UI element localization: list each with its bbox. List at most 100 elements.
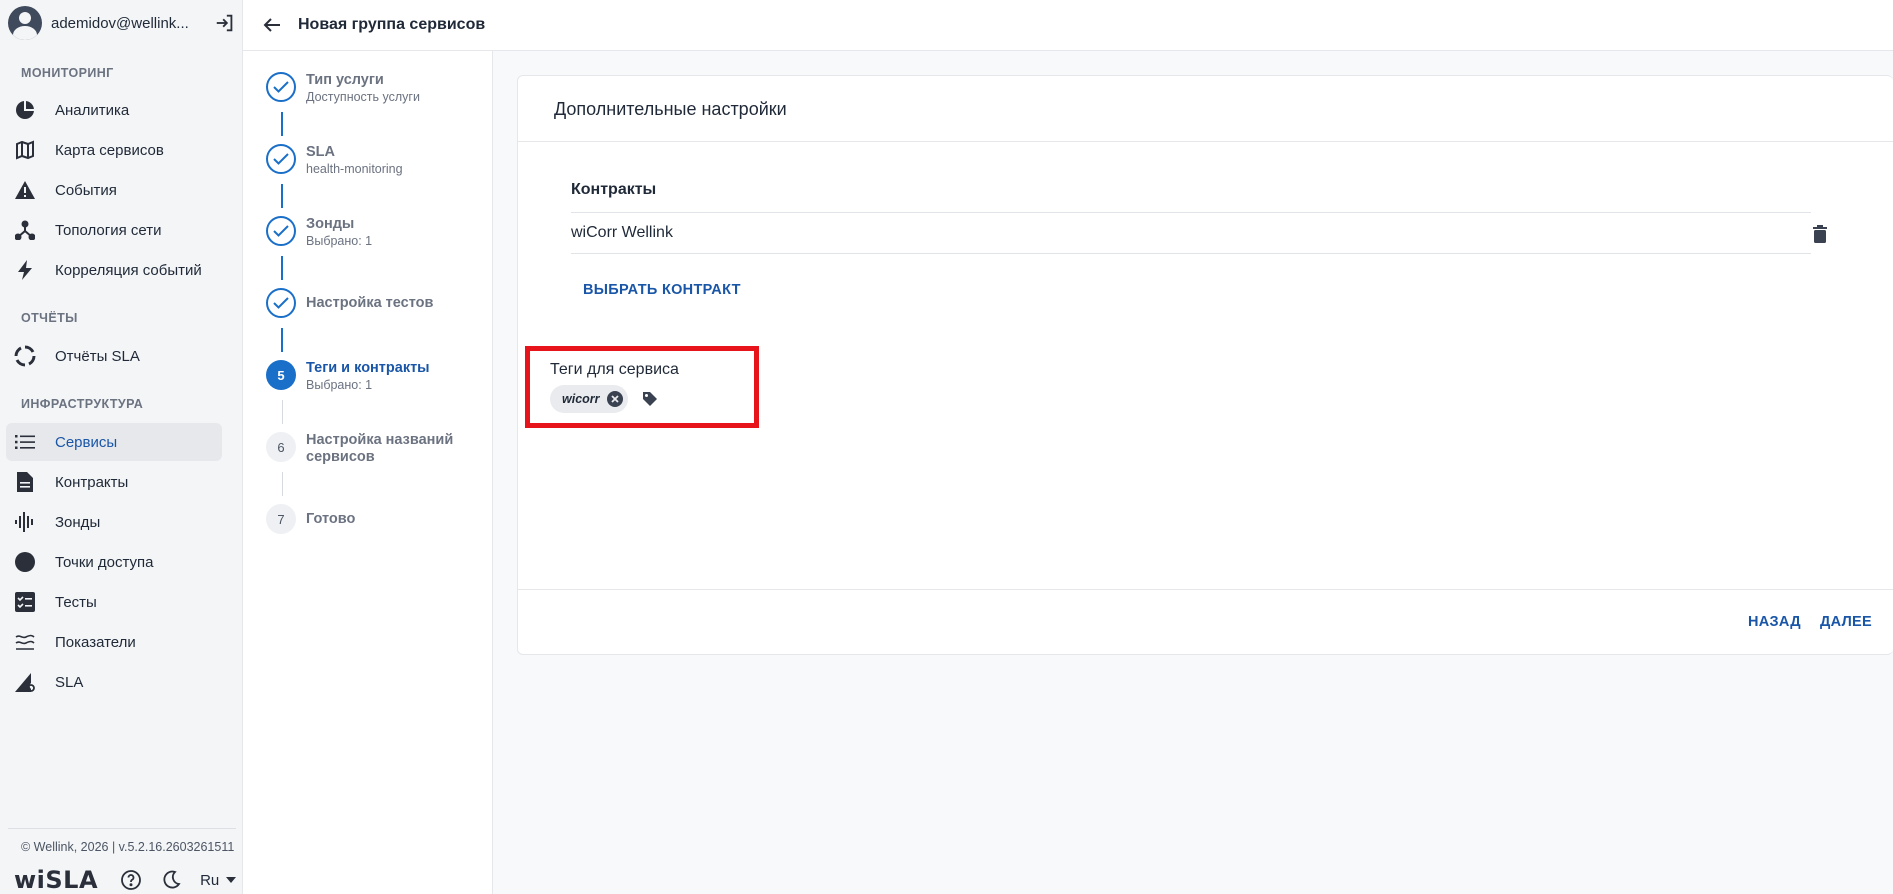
sidebar-item-events[interactable]: События: [6, 171, 222, 209]
step-title: SLA: [306, 144, 335, 160]
warning-icon: [14, 179, 36, 201]
help-icon[interactable]: [120, 869, 142, 891]
sidebar-item-correlation[interactable]: Корреляция событий: [6, 251, 222, 289]
circle-icon: [14, 551, 36, 573]
step-connector: [281, 184, 283, 208]
section-title-reports: ОТЧЁТЫ: [21, 311, 78, 325]
wisla-logo: wiSLA: [14, 866, 99, 894]
sidebar-item-label: Топология сети: [55, 221, 162, 239]
logout-icon[interactable]: [214, 12, 236, 34]
add-tag-icon[interactable]: [642, 391, 658, 407]
sidebar-item-contracts[interactable]: Контракты: [6, 463, 222, 501]
step-subtitle: Выбрано: 1: [306, 378, 373, 392]
sidebar-item-service-map[interactable]: Карта сервисов: [6, 131, 222, 169]
step-service-type[interactable]: Тип услуги Доступность услуги: [266, 72, 420, 104]
checklist-icon: [14, 591, 36, 613]
card-footer-divider: [518, 589, 1893, 590]
sidebar-item-label: Тесты: [55, 593, 97, 611]
contract-name: wiCorr Wellink: [571, 224, 673, 241]
sidebar-item-label: Зонды: [55, 513, 101, 531]
sidebar-item-analytics[interactable]: Аналитика: [6, 91, 222, 129]
step-connector: [281, 328, 283, 352]
check-icon: [266, 288, 296, 318]
sidebar-item-sla-reports[interactable]: Отчёты SLA: [6, 337, 222, 375]
trash-icon[interactable]: [1810, 224, 1830, 244]
sidebar-item-sla[interactable]: SLA: [6, 663, 222, 701]
contract-row: wiCorr Wellink: [571, 212, 1811, 254]
step-number: 5: [266, 360, 296, 390]
sidebar-footer: wiSLA Ru: [14, 866, 237, 894]
sidebar-item-label: Показатели: [55, 633, 136, 651]
sidebar-item-label: Корреляция событий: [55, 261, 202, 279]
language-select[interactable]: Ru: [200, 871, 237, 889]
step-subtitle: Доступность услуги: [306, 90, 420, 104]
sidebar-item-metrics[interactable]: Показатели: [6, 623, 222, 661]
step-probes[interactable]: Зонды Выбрано: 1: [266, 216, 372, 248]
language-value: Ru: [200, 871, 220, 889]
next-button[interactable]: ДАЛЕЕ: [1820, 614, 1872, 630]
step-title: Настройка названий сервисов: [306, 432, 454, 465]
sidebar-item-access-points[interactable]: Точки доступа: [6, 543, 222, 581]
check-icon: [266, 144, 296, 174]
sidebar-item-topology[interactable]: Топология сети: [6, 211, 222, 249]
tag-chip[interactable]: wicorr: [550, 385, 628, 413]
step-title: Готово: [306, 511, 356, 527]
contracts-label: Контракты: [571, 181, 657, 198]
section-title-infrastructure: ИНФРАСТРУКТУРА: [21, 397, 144, 411]
sidebar-item-probes[interactable]: Зонды: [6, 503, 222, 541]
step-number: 7: [266, 504, 296, 534]
user-email[interactable]: ademidov@wellink...: [51, 15, 191, 32]
back-button[interactable]: НАЗАД: [1748, 614, 1801, 630]
list-icon: [14, 431, 36, 453]
step-done[interactable]: 7 Готово: [266, 504, 355, 534]
topology-icon: [14, 219, 36, 241]
select-contract-button[interactable]: ВЫБРАТЬ КОНТРАКТ: [583, 282, 741, 298]
avatar-icon[interactable]: [8, 6, 42, 40]
sidebar-item-label: Аналитика: [55, 101, 130, 119]
step-subtitle: health-monitoring: [306, 162, 403, 176]
back-arrow-icon[interactable]: [260, 13, 284, 37]
document-icon: [14, 471, 36, 493]
sidebar-item-label: События: [55, 181, 117, 199]
step-tags-contracts[interactable]: 5 Теги и контракты Выбрано: 1: [266, 360, 430, 392]
step-connector: [282, 400, 283, 424]
sidebar-item-label: Карта сервисов: [55, 141, 164, 159]
page-title: Новая группа сервисов: [298, 16, 486, 33]
step-connector: [281, 112, 283, 136]
step-connector: [281, 256, 283, 280]
check-icon: [266, 72, 296, 102]
tags-highlight-box: Теги для сервиса wicorr: [525, 346, 759, 428]
tag-chip-label: wicorr: [562, 392, 600, 406]
sla-icon: [14, 671, 36, 693]
section-title-monitoring: МОНИТОРИНГ: [21, 66, 114, 80]
dark-mode-icon[interactable]: [160, 869, 182, 891]
step-subtitle: Выбрано: 1: [306, 234, 373, 248]
settings-card: Дополнительные настройки Контракты wiCor…: [517, 75, 1893, 655]
top-bar: Новая группа сервисов: [243, 0, 1893, 51]
step-title: Настройка тестов: [306, 295, 434, 311]
pie-chart-icon: [14, 99, 36, 121]
report-ring-icon: [14, 345, 36, 367]
footer-divider: [8, 828, 236, 829]
remove-tag-icon[interactable]: [606, 391, 623, 407]
step-connector: [282, 472, 283, 496]
step-test-settings[interactable]: Настройка тестов: [266, 288, 433, 318]
sidebar-item-label: Точки доступа: [55, 553, 154, 571]
sidebar-item-tests[interactable]: Тесты: [6, 583, 222, 621]
sidebar-item-label: Контракты: [55, 473, 129, 491]
sidebar-item-label: Отчёты SLA: [55, 347, 140, 365]
card-title: Дополнительные настройки: [554, 99, 787, 119]
sidebar: ademidov@wellink... МОНИТОРИНГ Аналитика…: [0, 0, 243, 894]
check-icon: [266, 216, 296, 246]
user-row: ademidov@wellink...: [8, 6, 236, 40]
sidebar-item-services[interactable]: Сервисы: [6, 423, 222, 461]
sidebar-item-label: SLA: [55, 673, 84, 691]
card-header: Дополнительные настройки: [518, 76, 1893, 142]
step-title: Зонды: [306, 216, 355, 232]
step-sla[interactable]: SLA health-monitoring: [266, 144, 403, 176]
step-number: 6: [266, 432, 296, 462]
sidebar-item-label: Сервисы: [55, 433, 118, 451]
app-version: © Wellink, 2026 | v.5.2.16.2603261511: [21, 840, 235, 854]
step-service-names[interactable]: 6 Настройка названий сервисов: [266, 432, 466, 466]
step-title: Теги и контракты: [306, 360, 430, 376]
